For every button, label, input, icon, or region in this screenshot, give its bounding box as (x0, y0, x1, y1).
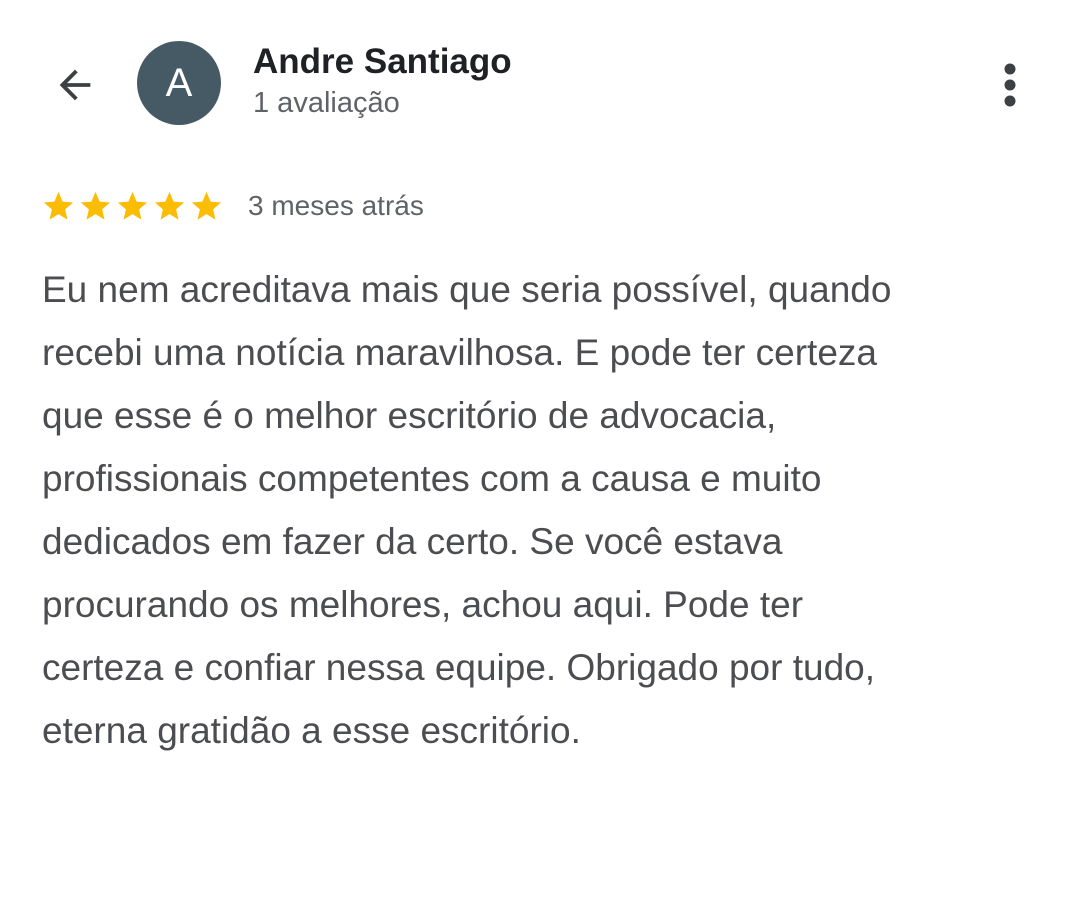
avatar-initial: A (165, 61, 193, 105)
review-text-line: que esse é o melhor escritório de advoca… (42, 395, 777, 436)
star-rating (41, 189, 226, 224)
review-count: 1 avaliação (253, 87, 400, 119)
avatar[interactable]: A (137, 41, 221, 125)
star-icon (43, 191, 74, 220)
review-text-line: Eu nem acreditava mais que seria possíve… (42, 269, 892, 310)
review-text-line: profissionais competentes com a causa e … (42, 458, 822, 499)
review-text-line: eterna gratidão a esse escritório. (42, 710, 581, 751)
reviewer-name[interactable]: Andre Santiago (253, 42, 512, 82)
review-text: Eu nem acreditava mais que seria possíve… (42, 258, 1042, 762)
back-button[interactable] (44, 54, 106, 116)
arrow-back-icon (59, 69, 91, 101)
review-text-line: procurando os melhores, achou aqui. Pode… (42, 584, 804, 625)
more-options-button[interactable] (984, 54, 1036, 116)
more-vert-icon (1004, 63, 1016, 107)
review-text-line: recebi uma notícia maravilhosa. E pode t… (42, 332, 877, 373)
review-text-line: dedicados em fazer da certo. Se você est… (42, 521, 783, 562)
rating-row: 3 meses atrás (41, 186, 424, 226)
review-date: 3 meses atrás (248, 190, 424, 221)
star-icon (80, 191, 111, 220)
star-icon (191, 191, 222, 220)
star-icon (154, 191, 185, 220)
star-icon (117, 191, 148, 220)
review-text-line: certeza e confiar nessa equipe. Obrigado… (42, 647, 876, 688)
